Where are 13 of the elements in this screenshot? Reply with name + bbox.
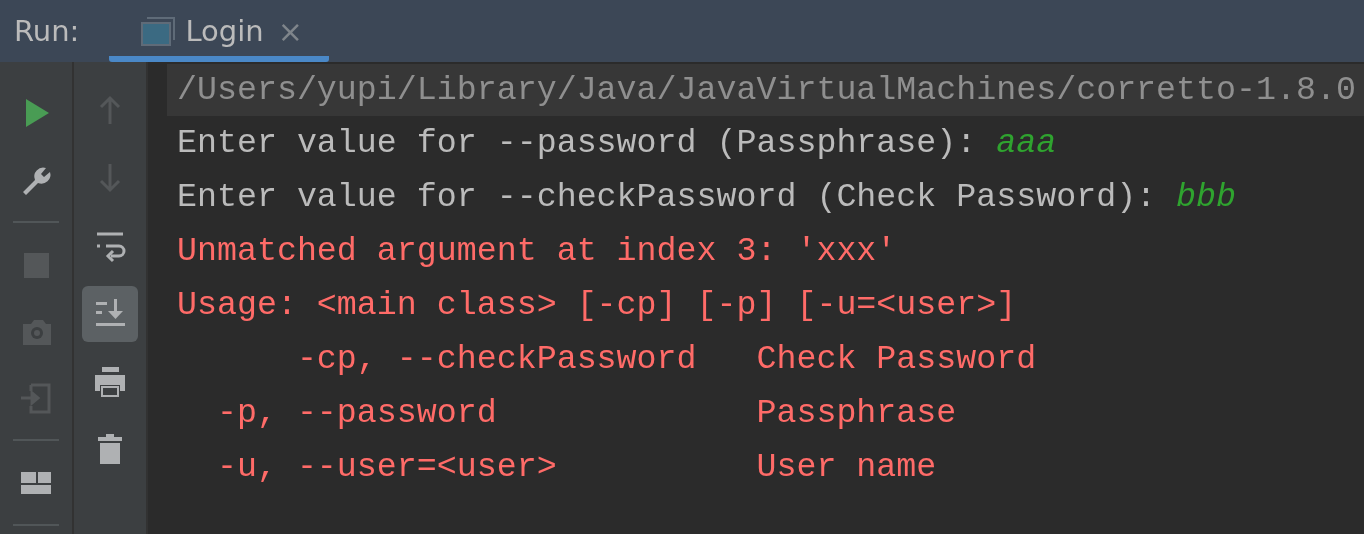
scroll-to-end-icon[interactable] <box>82 286 138 342</box>
error-text: -u, --user=<user> User name <box>215 448 937 486</box>
command-line: /Users/yupi/Library/Java/JavaVirtualMachines/corretto-1.8.0 <box>177 71 1356 109</box>
error-text: -p, --password Passphrase <box>215 394 957 432</box>
console-text: Enter value for --checkPassword (Check Password): <box>177 178 1158 216</box>
error-text: -cp, --checkPassword Check Password <box>295 340 1037 378</box>
typed-text: bbb <box>1176 178 1237 216</box>
console-text: Enter value for --password (Passphrase): <box>177 124 978 162</box>
window-icon <box>141 16 176 46</box>
error-text: Unmatched argument at index 3: 'xxx' <box>177 232 897 270</box>
run-label: Run: <box>14 14 80 48</box>
typed-text: aaa <box>996 124 1057 162</box>
error-text: Usage: <main class> [-cp] [-p] [-u=<user>] <box>177 286 1017 324</box>
